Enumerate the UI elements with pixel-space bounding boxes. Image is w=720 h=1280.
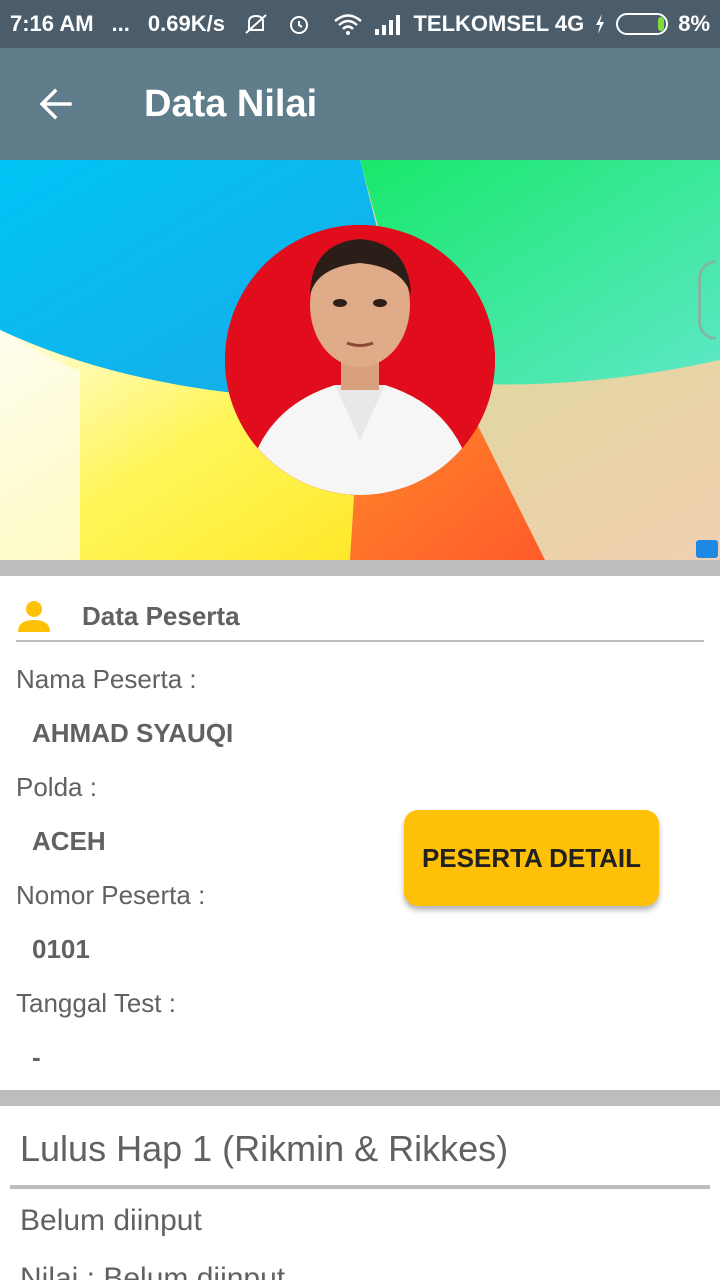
page-title: Data Nilai: [144, 82, 318, 125]
arrow-back-icon: [39, 88, 72, 120]
status-bar: 7:16 AM ... 0.69K/s TELKOMSEL 4G 8%: [0, 0, 720, 48]
polda-value: ACEH: [32, 826, 106, 856]
toolbar: Data Nilai: [0, 48, 720, 160]
corner-badge-icon: [696, 540, 718, 558]
result-status: Belum diinput: [20, 1204, 202, 1237]
back-button[interactable]: [0, 48, 112, 160]
tanggal-label: Tanggal Test :: [16, 988, 176, 1018]
tanggal-value: -: [32, 1042, 41, 1072]
polda-label: Polda :: [16, 772, 97, 802]
signal-icon: [373, 13, 403, 35]
nomor-label: Nomor Peserta :: [16, 880, 206, 910]
profile-banner: [0, 160, 720, 560]
status-dots: ...: [111, 11, 130, 36]
result-divider: [10, 1185, 710, 1189]
peserta-detail-button[interactable]: PESERTA DETAIL: [404, 810, 659, 906]
status-carrier: TELKOMSEL 4G: [413, 11, 585, 36]
battery-icon: [616, 13, 669, 35]
wifi-icon: [333, 12, 363, 36]
section-divider-2: [0, 1090, 720, 1106]
person-icon: [18, 601, 50, 632]
nama-label: Nama Peserta :: [16, 664, 197, 694]
result-nilai: Nilai : Belum diinput: [20, 1262, 286, 1280]
status-speed: 0.69K/s: [147, 11, 225, 36]
status-time: 7:16 AM: [10, 11, 94, 36]
section-header: Data Peserta: [16, 592, 704, 642]
section-title: Data Peserta: [82, 600, 240, 631]
mute-icon: [243, 12, 269, 36]
result-title: Lulus Hap 1 (Rikmin & Rikkes): [20, 1128, 509, 1169]
nomor-value: 0101: [32, 934, 90, 964]
side-handle[interactable]: [698, 260, 716, 340]
participant-photo: [225, 225, 495, 495]
charging-icon: [594, 13, 606, 35]
nama-value: AHMAD SYAUQI: [32, 718, 234, 748]
status-battery: 8%: [678, 11, 710, 36]
alarm-icon: [287, 12, 311, 36]
section-divider: [0, 560, 720, 576]
